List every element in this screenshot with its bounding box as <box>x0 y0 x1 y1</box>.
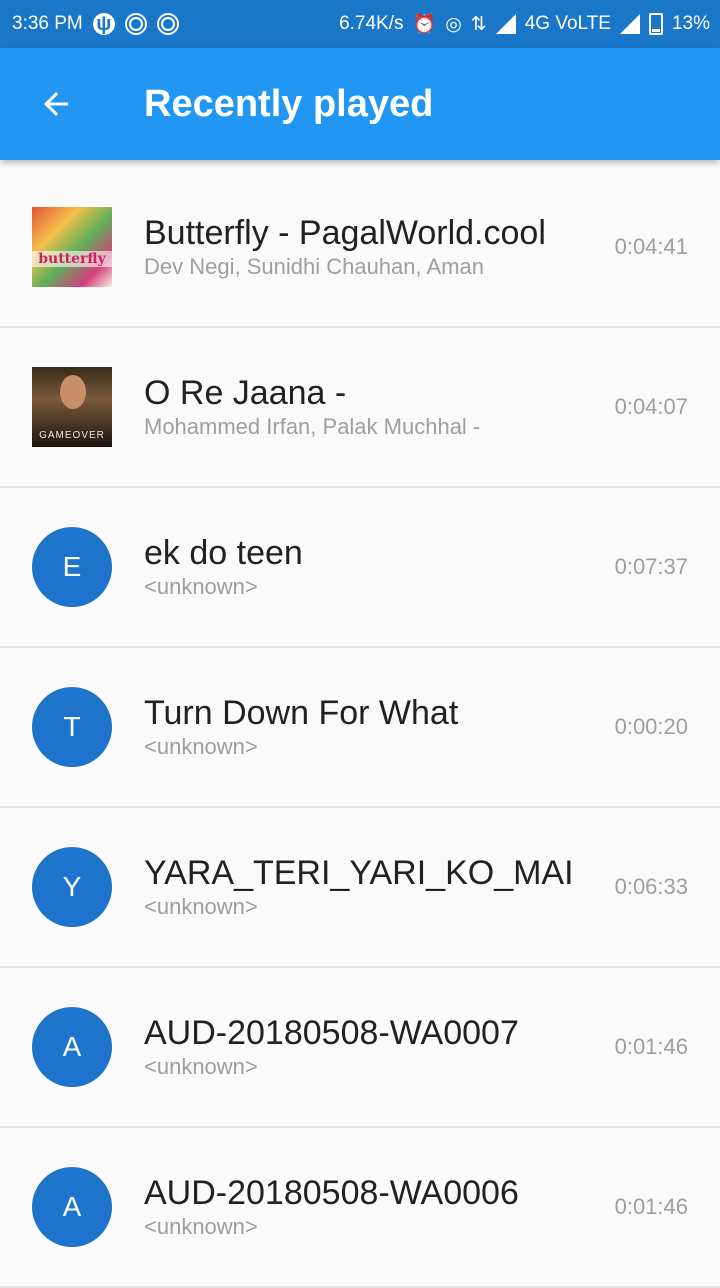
hotspot-icon: ◎ <box>445 13 462 35</box>
track-text: O Re Jaana - Mohammed Irfan, Palak Muchh… <box>144 373 576 441</box>
recently-played-list: butterfly Butterfly - PagalWorld.cool De… <box>0 168 720 1288</box>
track-artist: <unknown> <box>144 1054 258 1079</box>
avatar: A <box>32 1007 112 1087</box>
track-text: Butterfly - PagalWorld.cool Dev Negi, Su… <box>144 213 576 281</box>
status-left: 3:36 PM ψ <box>12 13 179 35</box>
track-artist: <unknown> <box>144 894 258 919</box>
list-item[interactable]: E ek do teen <unknown> 0:07:37 <box>0 488 720 648</box>
track-text: AUD-20180508-WA0007 <unknown> <box>144 1013 576 1081</box>
signal-icon <box>495 14 516 34</box>
list-item[interactable]: A AUD-20180508-WA0007 <unknown> 0:01:46 <box>0 968 720 1128</box>
track-duration: 0:06:33 <box>614 874 688 899</box>
notification-icon <box>156 13 179 35</box>
track-title: Butterfly - PagalWorld.cool <box>144 214 546 252</box>
track-duration: 0:01:46 <box>614 1194 688 1219</box>
list-item[interactable]: GAMEOVER O Re Jaana - Mohammed Irfan, Pa… <box>0 328 720 488</box>
track-title: AUD-20180508-WA0006 <box>144 1174 519 1212</box>
status-time: 3:36 PM <box>12 13 83 34</box>
track-duration: 0:00:20 <box>614 714 688 739</box>
track-title: YARA_TERI_YARI_KO_MAI <box>144 854 574 892</box>
list-item[interactable]: Y YARA_TERI_YARI_KO_MAI <unknown> 0:06:3… <box>0 808 720 968</box>
track-title: AUD-20180508-WA0007 <box>144 1014 519 1052</box>
track-text: YARA_TERI_YARI_KO_MAI <unknown> <box>144 853 576 921</box>
track-title: ek do teen <box>144 534 303 572</box>
page-title: Recently played <box>144 82 434 125</box>
track-title: Turn Down For What <box>144 694 459 732</box>
alarm-icon: ⏰ <box>412 14 437 35</box>
album-art: butterfly <box>32 207 112 287</box>
signal-icon <box>619 14 640 34</box>
notification-icon <box>124 13 147 35</box>
list-item[interactable]: butterfly Butterfly - PagalWorld.cool De… <box>0 168 720 328</box>
usb-icon: ψ <box>92 13 115 35</box>
album-art-label: GAMEOVER <box>39 430 105 441</box>
avatar: A <box>32 1167 112 1247</box>
net-speed: 6.74K/s <box>339 13 404 34</box>
status-right: 6.74K/s ⏰ ◎ ⇅ 4G VoLTE 13% <box>339 12 710 36</box>
status-bar: 3:36 PM ψ 6.74K/s ⏰ ◎ ⇅ 4G VoLTE 13% <box>0 0 720 48</box>
track-text: ek do teen <unknown> <box>144 533 576 601</box>
album-art: GAMEOVER <box>32 367 112 447</box>
avatar: E <box>32 527 112 607</box>
arrow-left-icon <box>44 92 68 116</box>
list-item[interactable]: T Turn Down For What <unknown> 0:00:20 <box>0 648 720 808</box>
album-art-label: butterfly <box>32 251 112 267</box>
avatar: T <box>32 687 112 767</box>
track-duration: 0:04:07 <box>614 394 688 419</box>
app-bar: Recently played <box>0 48 720 160</box>
track-artist: <unknown> <box>144 734 258 759</box>
track-artist: Mohammed Irfan, Palak Muchhal - <box>144 414 481 439</box>
track-duration: 0:07:37 <box>614 554 688 579</box>
track-duration: 0:04:41 <box>614 234 688 259</box>
battery-percent: 13% <box>671 13 710 34</box>
list-item[interactable]: A AUD-20180508-WA0006 <unknown> 0:01:46 <box>0 1128 720 1288</box>
album-art-face <box>60 375 86 409</box>
track-artist: <unknown> <box>144 574 258 599</box>
track-text: Turn Down For What <unknown> <box>144 693 576 761</box>
network-type: 4G VoLTE <box>524 13 611 34</box>
battery-icon <box>648 13 663 35</box>
track-artist: Dev Negi, Sunidhi Chauhan, Aman <box>144 254 484 279</box>
track-artist: <unknown> <box>144 1214 258 1239</box>
data-arrows-icon: ⇅ <box>470 13 487 35</box>
track-title: O Re Jaana - <box>144 374 347 412</box>
avatar: Y <box>32 847 112 927</box>
track-duration: 0:01:46 <box>614 1034 688 1059</box>
back-button[interactable] <box>0 48 112 160</box>
track-text: AUD-20180508-WA0006 <unknown> <box>144 1173 576 1241</box>
